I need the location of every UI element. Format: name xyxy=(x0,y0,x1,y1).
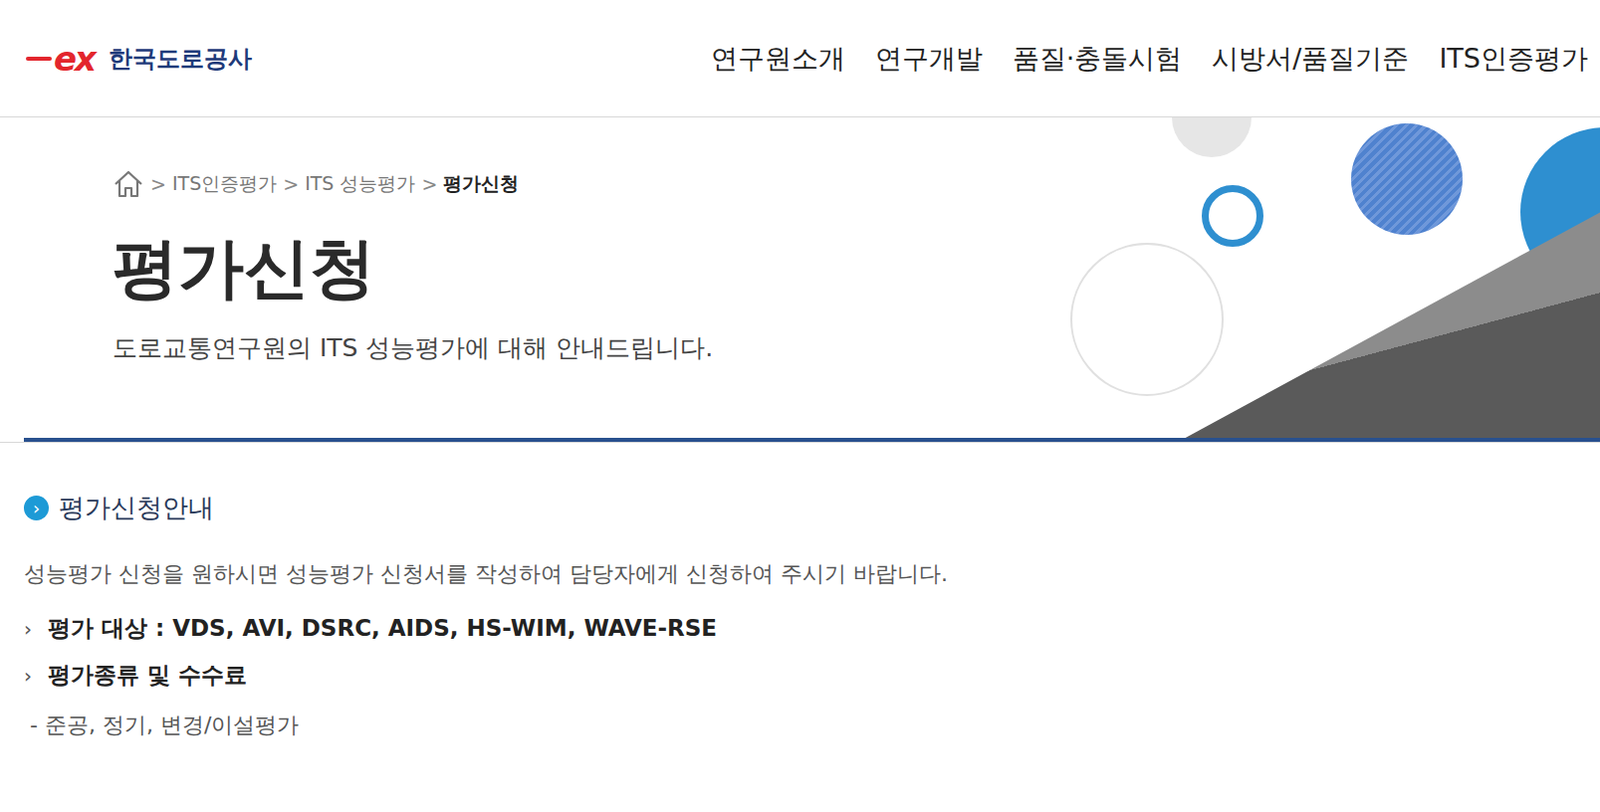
info-item: ›평가종류 및 수수료 xyxy=(23,660,1577,691)
logo-name: 한국도로공사 xyxy=(108,42,252,75)
page-subtitle: 도로교통연구원의 ITS 성능평가에 대해 안내드립니다. xyxy=(112,331,713,365)
main-nav: 연구원소개 연구개발 품질·충돌시험 시방서/품질기준 ITS인증평가 xyxy=(710,40,1589,77)
banner: >ITS인증평가>ITS 성능평가>평가신청평가신청도로교통연구원의 ITS 성… xyxy=(0,117,1600,439)
breadcrumb-item[interactable]: 평가신청 xyxy=(443,171,519,198)
nav-item[interactable]: 품질·충돌시험 xyxy=(1012,40,1183,77)
info-list: ›평가 대상 : VDS, AVI, DSRC, AIDS, HS-WIM, W… xyxy=(23,613,1577,691)
page-title: 평가신청 xyxy=(112,228,713,308)
home-icon[interactable] xyxy=(112,169,145,200)
breadcrumb-item[interactable]: ITS 성능평가 xyxy=(304,171,416,198)
logo-swoosh-icon xyxy=(25,54,52,63)
banner-text: >ITS인증평가>ITS 성능평가>평가신청평가신청도로교통연구원의 ITS 성… xyxy=(0,117,713,439)
intro-text: 성능평가 신청을 원하시면 성능평가 신청서를 작성하여 담당자에게 신청하여 … xyxy=(23,559,1577,590)
content: ›평가신청안내성능평가 신청을 원하시면 성능평가 신청서를 작성하여 담당자에… xyxy=(0,443,1600,741)
logo[interactable]: ex 한국도로공사 xyxy=(25,38,252,79)
decor-circle xyxy=(1070,242,1224,397)
section-title: ›평가신청안내 xyxy=(23,490,1577,526)
breadcrumb-separator: > xyxy=(282,173,299,196)
banner-photo xyxy=(1062,117,1600,439)
bullet-icon: › xyxy=(23,664,32,688)
divider xyxy=(0,438,1600,444)
info-item: ›평가 대상 : VDS, AVI, DSRC, AIDS, HS-WIM, W… xyxy=(23,613,1577,645)
nav-item[interactable]: 연구원소개 xyxy=(710,40,846,77)
page: ex한국도로공사연구원소개연구개발품질·충돌시험시방서/품질기준ITS인증평가>… xyxy=(0,0,1600,812)
breadcrumb-item[interactable]: ITS인증평가 xyxy=(172,171,277,198)
nav-item[interactable]: ITS인증평가 xyxy=(1438,40,1589,77)
decor-circle xyxy=(1351,123,1463,235)
note-text: - 준공, 정기, 변경/이설평가 xyxy=(29,710,1577,741)
logo-mark: ex xyxy=(53,38,95,79)
decor-circle xyxy=(1171,117,1252,158)
header: ex 한국도로공사 연구원소개 연구개발 품질·충돌시험 시방서/품질기준 ITS인증평가 xyxy=(0,0,1600,118)
nav-item[interactable]: 연구개발 xyxy=(875,40,983,77)
decor-circle xyxy=(1201,185,1264,247)
building-photo xyxy=(1092,207,1600,439)
breadcrumb-separator: > xyxy=(421,173,438,196)
arrow-circle-icon: › xyxy=(23,495,49,521)
nav-item[interactable]: 시방서/품질기준 xyxy=(1211,40,1409,77)
bullet-icon: › xyxy=(23,617,32,642)
breadcrumb-separator: > xyxy=(150,173,167,196)
breadcrumb: >ITS인증평가>ITS 성능평가>평가신청 xyxy=(112,169,713,200)
